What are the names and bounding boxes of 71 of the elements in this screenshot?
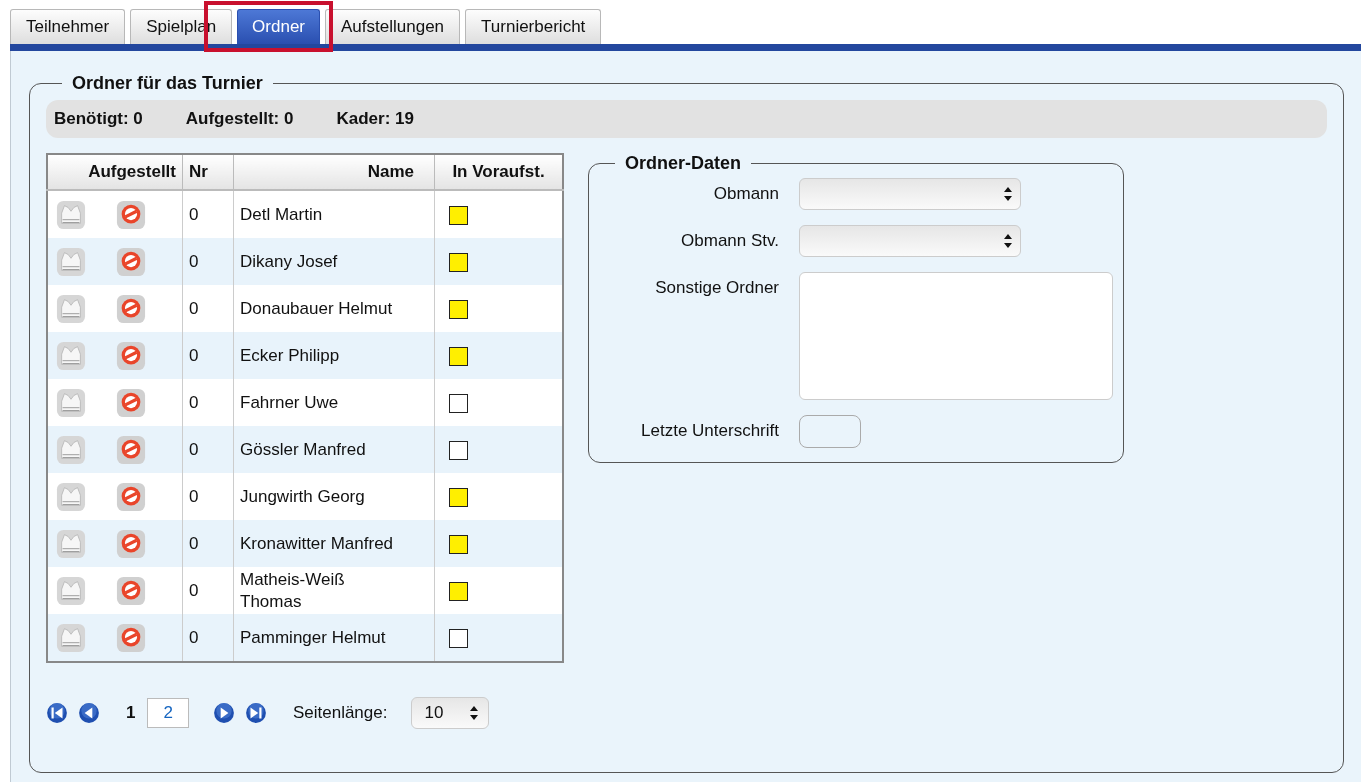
vest-icon[interactable]	[56, 481, 86, 512]
summary-text: Kader: 19	[336, 109, 414, 129]
no-entry-icon[interactable]	[116, 622, 146, 653]
vest-icon[interactable]	[56, 528, 86, 559]
checkbox[interactable]	[449, 581, 468, 601]
table-cell: Pamminger Helmut	[233, 614, 435, 662]
page-length-select[interactable]: 10	[411, 697, 490, 729]
table-cell: Dikany Josef	[233, 238, 435, 285]
page-link[interactable]: 2	[147, 698, 189, 728]
no-entry-icon[interactable]	[116, 575, 146, 606]
vest-icon[interactable]	[56, 340, 86, 371]
table-cell: 0	[182, 238, 234, 285]
summary-text: Aufgestellt: 0	[185, 109, 294, 129]
last-page-icon[interactable]	[244, 702, 267, 724]
checkbox[interactable]	[449, 205, 468, 225]
column-header: Nr	[182, 154, 234, 190]
vest-icon[interactable]	[56, 387, 86, 418]
previous-page-icon[interactable]	[78, 702, 100, 724]
table-cell: 0	[182, 614, 234, 662]
checkbox[interactable]	[449, 487, 468, 507]
no-entry-icon[interactable]	[116, 387, 146, 418]
tab[interactable]: Aufstellungen	[325, 9, 461, 44]
column-header: In Voraufst.	[434, 154, 563, 190]
select-field[interactable]	[799, 178, 1021, 210]
table-cell: Ecker Philipp	[233, 332, 435, 379]
checkbox[interactable]	[449, 346, 468, 366]
page-length-label: Seitenlänge:	[292, 703, 388, 723]
tab[interactable]: Teilnehmer	[10, 9, 126, 44]
page-link[interactable]: 1	[126, 703, 136, 723]
checkbox[interactable]	[449, 299, 468, 319]
no-entry-icon[interactable]	[116, 481, 146, 512]
details-title: Ordner-Daten	[624, 153, 742, 174]
next-page-icon[interactable]	[212, 702, 235, 724]
summary-text: Benötigt: 0	[54, 109, 143, 129]
panel-title: Ordner für das Turnier	[71, 73, 264, 94]
no-entry-icon[interactable]	[116, 528, 146, 559]
checkbox[interactable]	[449, 628, 468, 648]
no-entry-icon[interactable]	[116, 293, 146, 324]
table-cell: 0	[182, 332, 234, 379]
vest-icon[interactable]	[56, 434, 86, 465]
no-entry-icon[interactable]	[116, 340, 146, 371]
vest-icon[interactable]	[56, 622, 86, 653]
column-header: Aufgestellt	[47, 154, 183, 190]
table-cell: 0	[182, 426, 234, 473]
checkbox[interactable]	[449, 534, 468, 554]
field-label: Obmann	[712, 183, 779, 205]
vest-icon[interactable]	[56, 199, 86, 230]
field-label: Letzte Unterschrift	[640, 420, 779, 442]
select-field[interactable]	[799, 225, 1021, 257]
vest-icon[interactable]	[56, 293, 86, 324]
column-header: Name	[233, 154, 435, 190]
checkbox[interactable]	[449, 440, 468, 460]
field-label: Obmann Stv.	[680, 230, 779, 252]
vest-icon[interactable]	[56, 575, 86, 606]
no-entry-icon[interactable]	[116, 434, 146, 465]
table-cell: Gössler Manfred	[233, 426, 435, 473]
input-field[interactable]	[799, 415, 861, 448]
sort-arrows-icon	[1004, 187, 1012, 201]
sort-arrows-icon	[470, 706, 479, 720]
field-label: Sonstige Ordner	[654, 277, 779, 299]
tab[interactable]: Ordner	[237, 9, 321, 44]
checkbox[interactable]	[449, 393, 468, 413]
table-cell: 0	[182, 520, 234, 567]
tab[interactable]: Turnierbericht	[465, 9, 602, 44]
sort-arrows-icon	[1004, 234, 1012, 248]
checkbox[interactable]	[449, 252, 468, 272]
first-page-icon[interactable]	[46, 702, 68, 724]
vest-icon[interactable]	[56, 246, 86, 277]
table-cell: Kronawitter Manfred	[233, 520, 435, 567]
no-entry-icon[interactable]	[116, 199, 146, 230]
no-entry-icon[interactable]	[116, 246, 146, 277]
